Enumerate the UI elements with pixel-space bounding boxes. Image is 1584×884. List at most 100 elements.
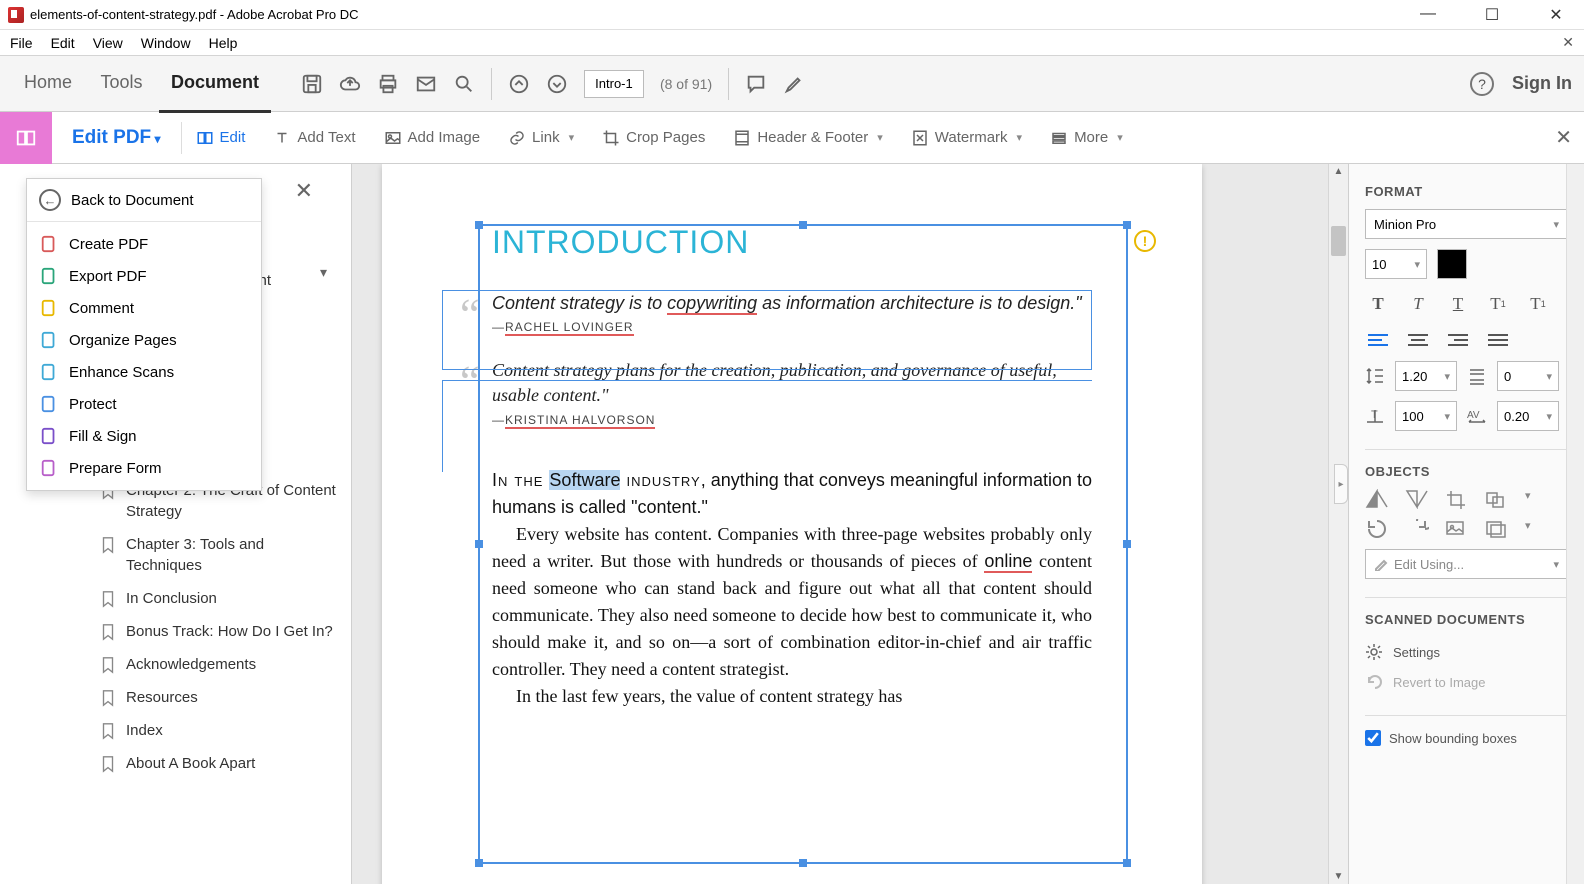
bookmark-icon [100,755,116,773]
close-button[interactable]: ✕ [1536,5,1576,25]
more-options-icon[interactable] [1485,519,1509,539]
tool-fill-sign[interactable]: Fill & Sign [27,420,261,452]
edit-pdf-dropdown[interactable]: Edit PDF [52,127,181,149]
text-frame-box[interactable] [442,380,1092,472]
bold-icon[interactable]: T [1365,293,1391,315]
document-canvas[interactable]: INTRODUCTION “ Content strategy is to co… [352,164,1348,884]
page-label-input[interactable] [584,70,644,98]
show-bounding-checkbox[interactable] [1365,730,1381,746]
scroll-thumb[interactable] [1331,226,1346,256]
menubar-close-icon[interactable]: ✕ [1562,34,1574,51]
arrange-icon[interactable] [1485,489,1509,509]
nav-home[interactable]: Home [12,54,84,110]
crop-pages-button[interactable]: Crop Pages [588,129,719,147]
header-footer-button[interactable]: Header & Footer [719,129,896,147]
highlight-icon[interactable] [783,73,805,95]
panel-collapse-handle[interactable]: ▸ [1334,464,1348,504]
align-left-icon[interactable] [1365,329,1391,351]
bookmark-item[interactable]: Chapter 3: Tools and Techniques [0,528,351,582]
flip-h-icon[interactable] [1365,489,1389,509]
nav-document[interactable]: Document [159,54,271,113]
edit-button[interactable]: Edit [182,129,260,147]
settings-button[interactable]: Settings [1365,637,1568,667]
align-right-icon[interactable] [1445,329,1471,351]
more-button[interactable]: More [1036,129,1137,147]
tool-create-pdf[interactable]: Create PDF [27,228,261,260]
resize-handle[interactable] [1123,859,1131,867]
titlebar: elements-of-content-strategy.pdf - Adobe… [0,0,1584,30]
align-center-icon[interactable] [1405,329,1431,351]
resize-handle[interactable] [475,221,483,229]
edit-pdf-tool-icon[interactable] [0,112,52,164]
close-editbar-icon[interactable]: ✕ [1555,125,1572,150]
flip-v-icon[interactable] [1405,489,1429,509]
resize-handle[interactable] [1123,221,1131,229]
line-height-dropdown[interactable]: 1.20▾ [1395,361,1457,391]
crop-object-icon[interactable] [1445,489,1469,509]
para-spacing-dropdown[interactable]: 0▾ [1497,361,1559,391]
menu-window[interactable]: Window [141,35,191,51]
add-text-button[interactable]: Add Text [259,129,369,147]
rotate-cw-icon[interactable] [1405,519,1429,539]
text-frame-box[interactable] [442,290,1092,370]
tool-prepare-form[interactable]: Prepare Form [27,452,261,484]
bookmark-item[interactable]: Bonus Track: How Do I Get In? [0,615,351,648]
rotate-ccw-icon[interactable] [1365,519,1389,539]
edit-using-dropdown[interactable]: Edit Using... ▾ [1365,549,1568,579]
bookmark-item[interactable]: Index [0,714,351,747]
add-image-button[interactable]: Add Image [370,129,495,147]
page-down-icon[interactable] [546,73,568,95]
revert-to-image-button[interactable]: Revert to Image [1365,667,1568,697]
mail-icon[interactable] [415,73,437,95]
underline-icon[interactable]: T [1445,293,1471,315]
search-icon[interactable] [453,73,475,95]
bookmark-item[interactable]: Acknowledgements [0,648,351,681]
cloud-upload-icon[interactable] [339,73,361,95]
menu-edit[interactable]: Edit [51,35,75,51]
print-icon[interactable] [377,73,399,95]
menu-help[interactable]: Help [209,35,238,51]
bookmark-item[interactable]: In Conclusion [0,582,351,615]
tool-enhance-scans[interactable]: Enhance Scans [27,356,261,388]
maximize-button[interactable]: ☐ [1472,5,1512,25]
watermark-button[interactable]: Watermark [897,129,1036,147]
page-up-icon[interactable] [508,73,530,95]
tool-comment[interactable]: Comment [27,292,261,324]
replace-image-icon[interactable] [1445,519,1469,539]
pdf-page[interactable]: INTRODUCTION “ Content strategy is to co… [382,164,1202,884]
font-color-picker[interactable] [1437,249,1467,279]
italic-icon[interactable]: T [1405,293,1431,315]
font-family-dropdown[interactable]: Minion Pro▾ [1365,209,1568,239]
h-scale-dropdown[interactable]: 100▾ [1395,401,1457,431]
align-justify-icon[interactable] [1485,329,1511,351]
tool-organize-pages[interactable]: Organize Pages [27,324,261,356]
resize-handle[interactable] [475,540,483,548]
bookmark-item[interactable]: About A Book Apart [0,747,351,780]
subscript-icon[interactable]: T1 [1525,293,1551,315]
resize-handle[interactable] [799,221,807,229]
resize-handle[interactable] [799,859,807,867]
menu-file[interactable]: File [10,35,33,51]
scroll-up-icon[interactable]: ▲ [1329,166,1348,177]
save-icon[interactable] [301,73,323,95]
resize-handle[interactable] [475,859,483,867]
scrollbar[interactable] [1566,164,1584,884]
superscript-icon[interactable]: T1 [1485,293,1511,315]
nav-tools[interactable]: Tools [88,54,154,110]
resize-handle[interactable] [1123,540,1131,548]
link-button[interactable]: Link [494,129,588,147]
warning-badge-icon[interactable]: ! [1134,230,1156,252]
bookmark-item[interactable]: Resources [0,681,351,714]
tool-protect[interactable]: Protect [27,388,261,420]
scroll-down-icon[interactable]: ▼ [1329,871,1348,882]
char-spacing-dropdown[interactable]: 0.20▾ [1497,401,1559,431]
scrollbar[interactable]: ▲ ▼ [1328,164,1348,884]
back-to-document-button[interactable]: ← Back to Document [27,179,261,222]
sign-in-button[interactable]: Sign In [1512,73,1572,94]
menu-view[interactable]: View [93,35,123,51]
comment-icon[interactable] [745,73,767,95]
minimize-button[interactable]: — [1408,5,1448,25]
tool-export-pdf[interactable]: Export PDF [27,260,261,292]
font-size-dropdown[interactable]: 10▾ [1365,249,1427,279]
help-icon[interactable]: ? [1470,72,1494,96]
